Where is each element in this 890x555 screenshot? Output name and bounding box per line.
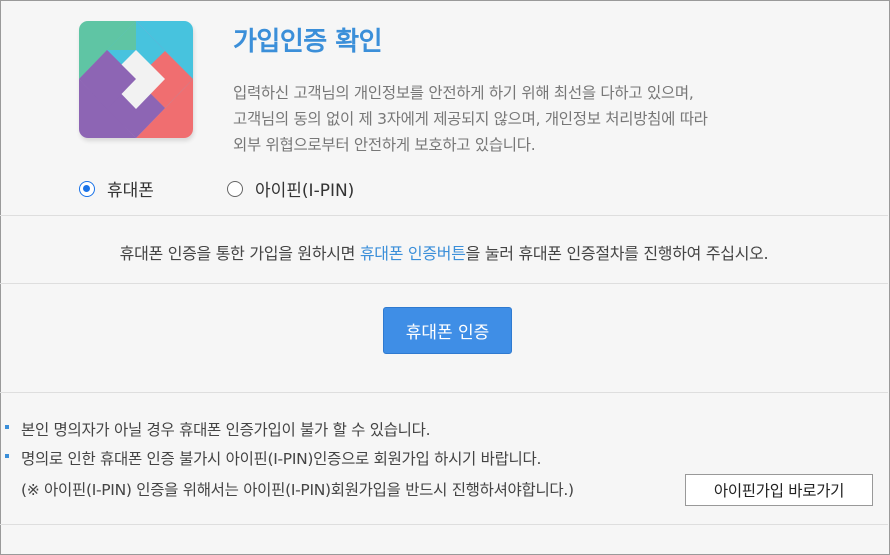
description-line: 입력하신 고객님의 개인정보를 안전하게 하기 위해 최선을 다하고 있으며, bbox=[233, 84, 694, 102]
divider bbox=[0, 283, 888, 284]
radio-phone-label[interactable]: 휴대폰 bbox=[107, 176, 154, 201]
guide-suffix: 을 눌러 휴대폰 인증절차를 진행하여 주십시오. bbox=[465, 244, 769, 263]
bullet-icon bbox=[5, 425, 9, 429]
notice-item: 명의로 인한 휴대폰 인증 불가시 아이핀(I-PIN)인증으로 회원가입 하시… bbox=[21, 450, 542, 468]
divider bbox=[0, 392, 888, 393]
radio-ipin[interactable]: 아이핀(I-PIN) bbox=[227, 176, 354, 201]
phone-auth-button[interactable]: 휴대폰 인증 bbox=[383, 307, 512, 354]
guide-text: 휴대폰 인증을 통한 가입을 원하시면 휴대폰 인증버튼을 눌러 휴대폰 인증절… bbox=[0, 240, 888, 264]
guide-prefix: 휴대폰 인증을 통한 가입을 원하시면 bbox=[119, 244, 360, 263]
ipin-signup-button[interactable]: 아이핀가입 바로가기 bbox=[685, 474, 873, 506]
notice-item-sub: (※ 아이핀(I-PIN) 인증을 위해서는 아이핀(I-PIN)회원가입을 반… bbox=[21, 481, 574, 499]
guide-highlight: 휴대폰 인증버튼 bbox=[359, 244, 466, 263]
bullet-icon bbox=[5, 454, 9, 458]
radio-unchecked-icon[interactable] bbox=[227, 180, 243, 197]
auth-method-group: 휴대폰 아이핀(I-PIN) bbox=[0, 176, 888, 206]
divider bbox=[0, 215, 888, 216]
page-title: 가입인증 확인 bbox=[233, 27, 383, 57]
app-logo-icon bbox=[79, 21, 193, 138]
divider bbox=[0, 524, 888, 525]
radio-checked-icon[interactable] bbox=[79, 180, 95, 197]
notice-item: 본인 명의자가 아닐 경우 휴대폰 인증가입이 불가 할 수 있습니다. bbox=[21, 421, 431, 439]
radio-phone[interactable]: 휴대폰 bbox=[79, 176, 154, 201]
description-line: 고객님의 동의 없이 제 3자에게 제공되지 않으며, 개인정보 처리방침에 따… bbox=[233, 110, 708, 128]
radio-ipin-label[interactable]: 아이핀(I-PIN) bbox=[255, 176, 354, 201]
privacy-description: 입력하신 고객님의 개인정보를 안전하게 하기 위해 최선을 다하고 있으며, … bbox=[233, 80, 708, 158]
description-line: 외부 위협으로부터 안전하게 보호하고 있습니다. bbox=[233, 136, 536, 154]
